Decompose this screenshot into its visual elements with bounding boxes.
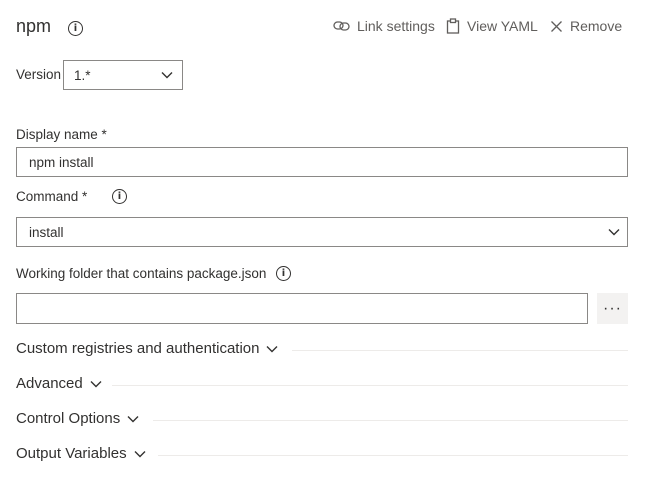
section-output-variables[interactable]: Output Variables (16, 445, 147, 462)
browse-button[interactable]: ··· (597, 293, 628, 324)
version-label: Version (16, 67, 62, 82)
command-select[interactable]: install (16, 217, 628, 247)
divider (112, 385, 628, 386)
version-select[interactable]: 1.* (63, 60, 183, 90)
command-label: Command * (16, 189, 88, 204)
link-settings-button[interactable]: Link settings (333, 18, 435, 34)
display-name-label: Display name * (16, 127, 107, 142)
more-icon: ··· (603, 299, 622, 317)
display-name-field[interactable]: npm install (16, 147, 628, 177)
chevron-down-icon (90, 380, 102, 387)
display-name-value: npm install (29, 154, 94, 170)
link-icon (333, 21, 350, 31)
info-icon[interactable]: i (68, 21, 83, 36)
chevron-down-icon (134, 450, 146, 457)
remove-label: Remove (570, 18, 623, 34)
view-yaml-button[interactable]: View YAML (446, 18, 538, 34)
task-title: npm (16, 16, 52, 36)
working-folder-label: Working folder that contains package.jso… (16, 266, 267, 281)
info-icon[interactable]: i (276, 266, 291, 281)
info-icon[interactable]: i (112, 189, 127, 204)
section-control-options[interactable]: Control Options (16, 410, 140, 427)
working-folder-field[interactable] (16, 293, 588, 324)
divider (158, 455, 628, 456)
section-label: Advanced (16, 375, 83, 392)
section-label: Control Options (16, 410, 121, 427)
close-icon (551, 20, 562, 32)
section-advanced[interactable]: Advanced (16, 375, 103, 392)
chevron-down-icon (266, 345, 278, 352)
remove-button[interactable]: Remove (550, 18, 622, 34)
chevron-down-icon (608, 229, 620, 236)
divider (153, 420, 628, 421)
version-value: 1.* (74, 67, 91, 83)
section-label: Custom registries and authentication (16, 340, 260, 357)
clipboard-icon (446, 18, 460, 34)
divider (292, 350, 628, 351)
section-custom-registries[interactable]: Custom registries and authentication (16, 340, 279, 357)
link-settings-label: Link settings (357, 18, 435, 34)
chevron-down-icon (161, 72, 173, 79)
chevron-down-icon (127, 415, 139, 422)
section-label: Output Variables (16, 445, 127, 462)
view-yaml-label: View YAML (467, 18, 538, 34)
command-value: install (29, 224, 64, 240)
